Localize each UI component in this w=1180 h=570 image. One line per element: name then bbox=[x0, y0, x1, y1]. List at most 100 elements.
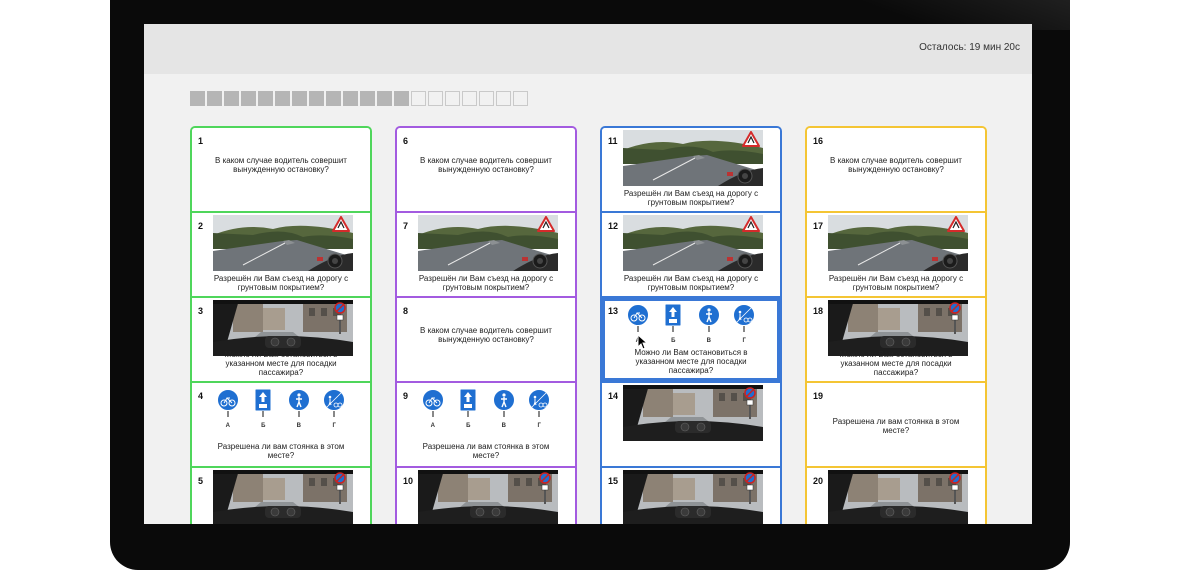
progress-box[interactable] bbox=[292, 91, 307, 106]
warning-sign-icon bbox=[742, 216, 760, 232]
progress-box[interactable] bbox=[190, 91, 205, 106]
question-card[interactable]: 7 Разрешён ли Вам съезд на дорогу с грунт… bbox=[397, 213, 575, 298]
progress-box[interactable] bbox=[428, 91, 443, 106]
question-text: Разрешён ли Вам съезд на дорогу с грунто… bbox=[623, 274, 759, 292]
question-number: 5 bbox=[198, 476, 204, 486]
question-card[interactable]: 15 bbox=[602, 468, 780, 524]
question-card[interactable]: 6 В каком случае водитель совершит вынужд… bbox=[397, 128, 575, 213]
question-card[interactable]: 9 А Б В Г Разрешена ли вам стоянка в этом мес… bbox=[397, 383, 575, 468]
question-card[interactable]: 16 В каком случае водитель совершит вынуж… bbox=[807, 128, 985, 213]
question-card[interactable]: 8 В каком случае водитель совершит вынужд… bbox=[397, 298, 575, 383]
sign-letter: Г bbox=[332, 423, 336, 429]
road-sign-icon: Б bbox=[659, 304, 687, 344]
question-number: 2 bbox=[198, 221, 204, 231]
progress-box[interactable] bbox=[258, 91, 273, 106]
question-card[interactable]: 10 bbox=[397, 468, 575, 524]
question-text: Разрешён ли Вам съезд на дорогу с грунто… bbox=[828, 274, 964, 292]
question-text: Можно ли Вам остановиться в указанном ме… bbox=[224, 350, 338, 377]
progress-box[interactable] bbox=[462, 91, 477, 106]
progress-box[interactable] bbox=[309, 91, 324, 106]
sign-letter: Б bbox=[671, 338, 676, 344]
question-card[interactable]: 20 bbox=[807, 468, 985, 524]
question-card[interactable]: 1 В каком случае водитель совершит вынужд… bbox=[192, 128, 370, 213]
question-column-4: 16 В каком случае водитель совершит вынуж… bbox=[805, 126, 987, 524]
question-card[interactable]: 11 Разрешён ли Вам съезд на дорогу с грун… bbox=[602, 128, 780, 213]
question-number: 3 bbox=[198, 306, 204, 316]
question-number: 19 bbox=[813, 391, 824, 401]
sign-options: АБВГ bbox=[602, 304, 780, 344]
progress-indicator bbox=[190, 91, 530, 106]
question-card[interactable]: 18 Можно ли Вам остановиться в указанном … bbox=[807, 298, 985, 383]
question-card[interactable]: 19 Разрешена ли вам стоянка в этом месте? bbox=[807, 383, 985, 468]
question-text: Разрешена ли вам стоянка в этом месте? bbox=[217, 442, 345, 460]
question-photo bbox=[828, 470, 968, 524]
progress-box[interactable] bbox=[207, 91, 222, 106]
question-number: 20 bbox=[813, 476, 824, 486]
question-column-3: 11 Разрешён ли Вам съезд на дорогу с грун… bbox=[600, 126, 782, 524]
road-sign-icon: В bbox=[490, 389, 518, 429]
question-number: 15 bbox=[608, 476, 619, 486]
question-column-1: 1 В каком случае водитель совершит вынужд… bbox=[190, 126, 372, 524]
question-card[interactable]: 12 Разрешён ли Вам съезд на дорогу с грун… bbox=[602, 213, 780, 298]
question-photo bbox=[623, 385, 763, 441]
question-text: Разрешена ли вам стоянка в этом месте? bbox=[832, 417, 960, 435]
sign-options: А Б В Г bbox=[397, 389, 575, 429]
question-card[interactable]: 14 bbox=[602, 383, 780, 468]
sign-letter: Г bbox=[537, 423, 541, 429]
question-text: В каком случае водитель совершит вынужде… bbox=[215, 156, 347, 174]
question-text: Можно ли Вам остановиться в указанном ме… bbox=[839, 350, 953, 377]
question-text: Можно ли Вам остановиться в указанном ме… bbox=[634, 348, 748, 375]
road-sign-icon: А bbox=[419, 389, 447, 429]
progress-box[interactable] bbox=[445, 91, 460, 106]
question-number: 12 bbox=[608, 221, 619, 231]
progress-box[interactable] bbox=[377, 91, 392, 106]
question-number: 10 bbox=[403, 476, 414, 486]
progress-box[interactable] bbox=[411, 91, 426, 106]
question-number: 7 bbox=[403, 221, 409, 231]
question-card[interactable]: 4 А Б В Г Разрешена ли вам стоянка в этом мес… bbox=[192, 383, 370, 468]
progress-box[interactable] bbox=[326, 91, 341, 106]
sign-letter: В bbox=[501, 423, 506, 429]
timer-text: Осталось: 19 мин 20с bbox=[919, 42, 1020, 53]
progress-box[interactable] bbox=[241, 91, 256, 106]
question-text: Разрешена ли вам стоянка в этом месте? bbox=[422, 442, 550, 460]
sign-letter: Б bbox=[261, 423, 266, 429]
progress-box[interactable] bbox=[275, 91, 290, 106]
sign-letter: А bbox=[430, 423, 435, 429]
progress-box[interactable] bbox=[513, 91, 528, 106]
mouse-cursor-icon bbox=[637, 334, 647, 350]
progress-box[interactable] bbox=[224, 91, 239, 106]
warning-sign-icon bbox=[332, 216, 350, 232]
progress-box[interactable] bbox=[496, 91, 511, 106]
question-photo bbox=[418, 470, 558, 524]
progress-box[interactable] bbox=[343, 91, 358, 106]
question-text: Разрешён ли Вам съезд на дорогу с грунто… bbox=[418, 274, 554, 292]
question-text: В каком случае водитель совершит вынужде… bbox=[420, 156, 552, 174]
sign-letter: Б bbox=[466, 423, 471, 429]
question-number: 16 bbox=[813, 136, 824, 146]
question-text: Разрешён ли Вам съезд на дорогу с грунто… bbox=[213, 274, 349, 292]
question-card[interactable]: 13АБВГМожно ли Вам остановиться в указан… bbox=[602, 298, 780, 383]
progress-box[interactable] bbox=[479, 91, 494, 106]
question-card[interactable]: 5 bbox=[192, 468, 370, 524]
question-text: В каком случае водитель совершит вынужде… bbox=[830, 156, 962, 174]
progress-box[interactable] bbox=[394, 91, 409, 106]
warning-sign-icon bbox=[537, 216, 555, 232]
exam-screen: Осталось: 19 мин 20с 1 В каком случае вод… bbox=[144, 24, 1032, 524]
sign-options: АБВГ bbox=[192, 389, 370, 429]
question-number: 11 bbox=[608, 136, 618, 146]
question-card[interactable]: 3 Можно ли Вам остановиться в указанном м… bbox=[192, 298, 370, 383]
road-sign-icon: В bbox=[695, 304, 723, 344]
road-sign-icon: Б bbox=[249, 389, 277, 429]
question-photo bbox=[213, 470, 353, 524]
question-number: 6 bbox=[403, 136, 409, 146]
question-column-2: 6 В каком случае водитель совершит вынужд… bbox=[395, 126, 577, 524]
question-card[interactable]: 17 Разрешён ли Вам съезд на дорогу с грун… bbox=[807, 213, 985, 298]
sign-letter: В bbox=[706, 338, 711, 344]
question-photo bbox=[623, 470, 763, 524]
progress-box[interactable] bbox=[360, 91, 375, 106]
question-card[interactable]: 2 Разрешён ли Вам съезд на дорогу с грунт… bbox=[192, 213, 370, 298]
question-number: 14 bbox=[608, 391, 619, 401]
top-bar: Осталось: 19 мин 20с bbox=[144, 24, 1032, 74]
road-sign-icon: Г bbox=[320, 389, 348, 429]
